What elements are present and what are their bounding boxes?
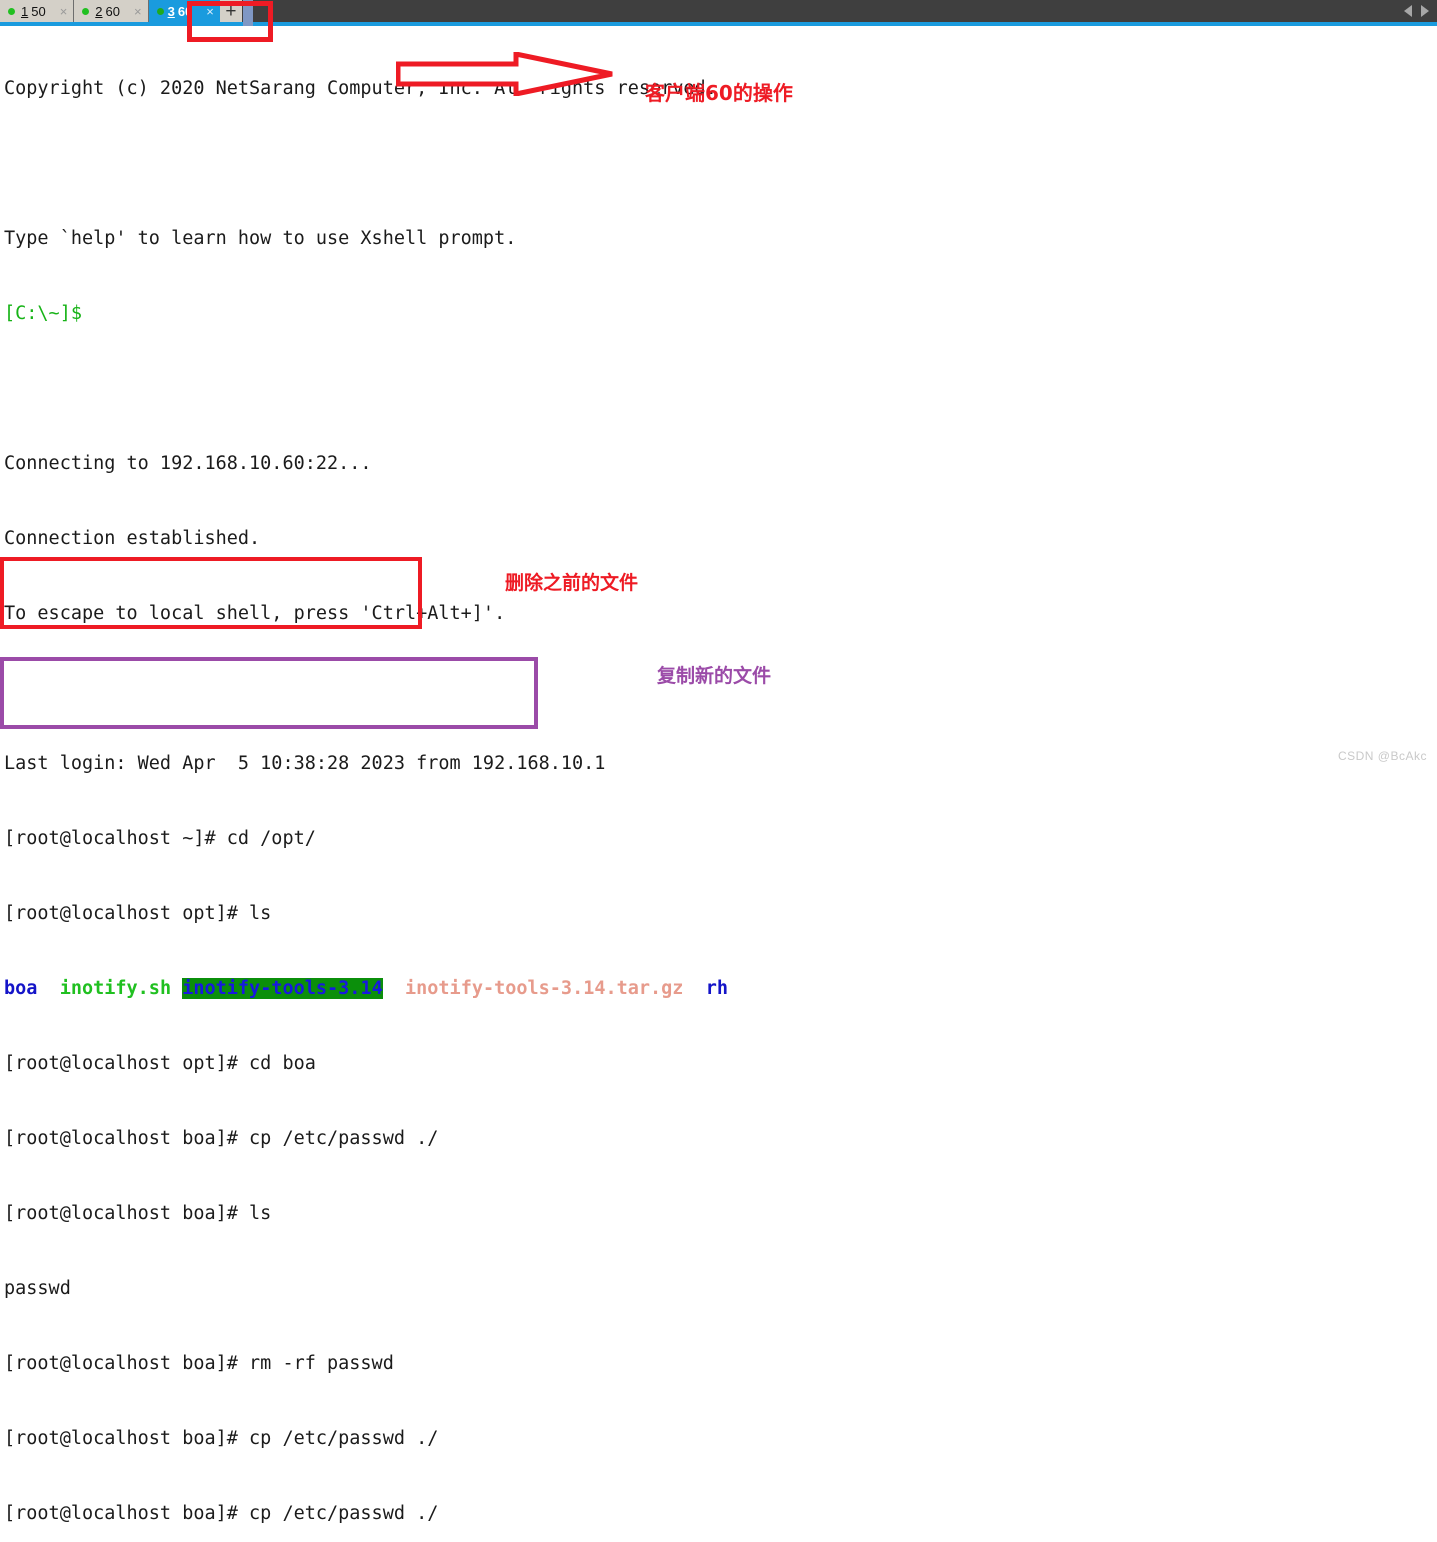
terminal-line: [root@localhost opt]# cd boa [4, 1053, 316, 1074]
tab-close-icon[interactable]: × [206, 5, 214, 18]
tab-label: 60 [105, 3, 120, 19]
terminal-line: [root@localhost ~]# cd /opt/ [4, 828, 316, 849]
tab-2[interactable]: 2 60 × [74, 0, 149, 22]
tab-scroll-right-icon[interactable] [1421, 5, 1429, 17]
tab-scroll-left-icon[interactable] [1404, 5, 1412, 17]
ls-entry-script: inotify.sh [59, 978, 172, 999]
tab-number: 1 [21, 3, 29, 19]
local-prompt-text: [C:\~]$ [4, 303, 82, 324]
annotation-label-delete: 删除之前的文件 [505, 572, 639, 594]
terminal-line: [root@localhost boa]# cp /etc/passwd ./ [4, 1503, 439, 1524]
terminal-line: Connection established. [4, 528, 261, 549]
terminal-line: Type `help' to learn how to use Xshell p… [4, 228, 517, 249]
right-arrow-icon [396, 52, 613, 96]
terminal-ls-output: boa inotify.sh inotify-tools-3.14 inotif… [0, 976, 1437, 1001]
terminal-local-prompt: [C:\~]$ [0, 301, 1437, 326]
ls-entry-dir: boa [4, 978, 38, 999]
tab-1[interactable]: 1 50 × [0, 0, 75, 22]
new-tab-button[interactable]: + [219, 0, 242, 22]
tab-status-dot-icon [8, 7, 15, 15]
ls-entry-dir: rh [705, 978, 729, 999]
tab-status-dot-icon [156, 7, 164, 15]
tab-label: 50 [31, 3, 46, 19]
terminal-line: [root@localhost boa]# rm -rf passwd [4, 1353, 394, 1374]
ls-entry-highlighted-dir: inotify-tools-3.14 [182, 978, 383, 999]
terminal-line: [root@localhost boa]# cp /etc/passwd ./ [4, 1128, 439, 1149]
terminal-output[interactable]: Copyright (c) 2020 NetSarang Computer, I… [0, 26, 1437, 1524]
terminal-line: [root@localhost boa]# ls [4, 1203, 272, 1224]
watermark: CSDN @BcAkc [1337, 749, 1427, 763]
tab-close-icon[interactable]: × [134, 5, 142, 18]
annotation-label-copy: 复制新的文件 [657, 665, 772, 687]
tab-bar: 1 50 × 2 60 × 3 60 × + [0, 0, 1437, 22]
tab-close-icon[interactable]: × [60, 5, 68, 18]
terminal-line: Connecting to 192.168.10.60:22... [4, 453, 372, 474]
annotation-label-client60: 客户端60的操作 [645, 81, 793, 105]
terminal-line: passwd [4, 1278, 71, 1299]
terminal-line: [root@localhost opt]# ls [4, 903, 272, 924]
tab-status-dot-icon [82, 7, 90, 15]
ls-entry-archive: inotify-tools-3.14.tar.gz [405, 978, 684, 999]
tab-scroll-controls [1375, 0, 1437, 22]
tab-label: 60 [177, 3, 193, 19]
tab-3[interactable]: 3 60 × [148, 0, 220, 22]
terminal-line: Last login: Wed Apr 5 10:38:28 2023 from… [4, 753, 606, 774]
terminal-line: To escape to local shell, press 'Ctrl+Al… [4, 603, 506, 624]
tab-number: 3 [167, 3, 175, 19]
tab-number: 2 [95, 3, 103, 19]
terminal-line: [root@localhost boa]# cp /etc/passwd ./ [4, 1428, 439, 1449]
